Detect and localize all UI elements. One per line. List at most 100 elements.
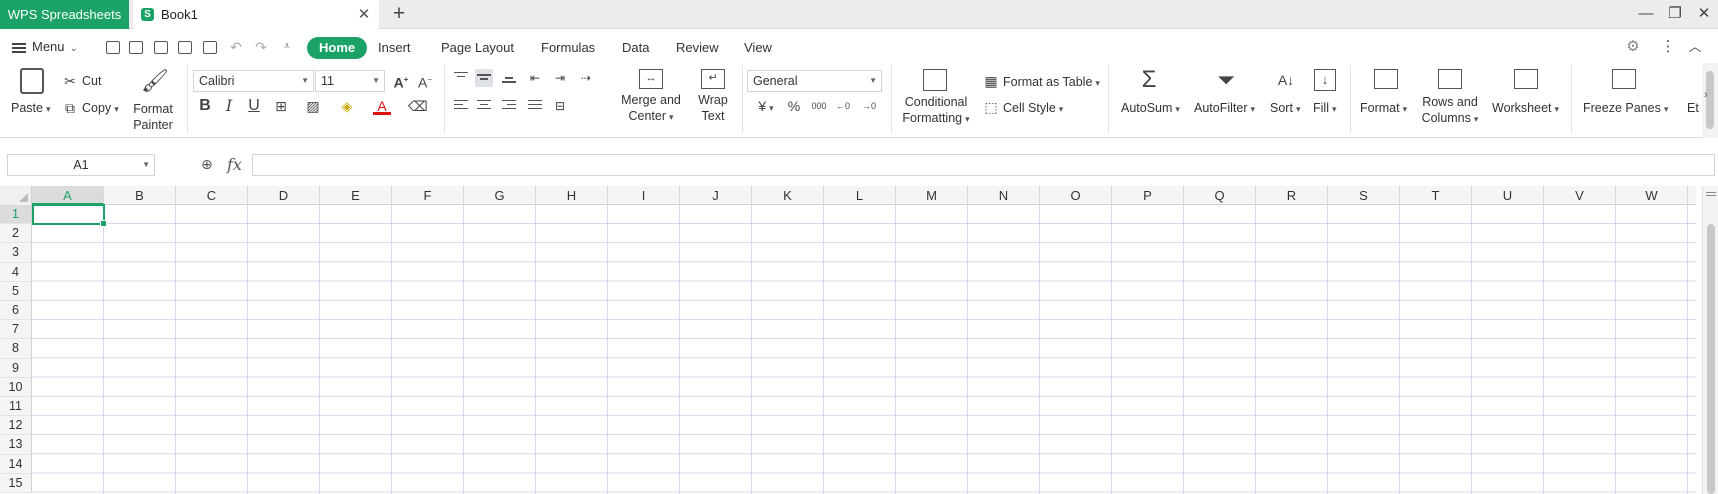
- close-tab-icon[interactable]: ✕: [355, 0, 373, 29]
- ribbon-scrollbar[interactable]: ›: [1702, 63, 1718, 138]
- split-handle-icon[interactable]: [1706, 190, 1716, 198]
- row-header-4[interactable]: 4: [0, 262, 32, 282]
- currency-format-button[interactable]: ¥: [753, 97, 779, 115]
- tab-formulas[interactable]: Formulas: [529, 37, 607, 59]
- increase-indent-icon[interactable]: ⇥: [551, 69, 569, 87]
- save-icon[interactable]: [129, 41, 143, 54]
- column-header-w[interactable]: W: [1616, 186, 1688, 205]
- paste-clipboard-icon[interactable]: [20, 68, 44, 94]
- document-tab-book1[interactable]: S Book1 ✕: [133, 0, 379, 29]
- tab-view[interactable]: View: [732, 37, 784, 59]
- zoom-magnifier-icon[interactable]: ⊕: [201, 156, 219, 174]
- column-header-b[interactable]: B: [104, 186, 176, 205]
- justify-icon[interactable]: [526, 97, 544, 115]
- row-header-2[interactable]: 2: [0, 224, 32, 244]
- borders-icon[interactable]: ⊞: [272, 97, 290, 115]
- wrap-text-button[interactable]: Wrap Text: [693, 92, 733, 124]
- app-tab[interactable]: WPS Spreadsheets: [0, 0, 129, 29]
- minimize-window-button[interactable]: —: [1634, 0, 1658, 29]
- row-header-5[interactable]: 5: [0, 281, 32, 301]
- decrease-font-size-icon[interactable]: A−: [416, 71, 434, 91]
- align-center-icon[interactable]: [475, 97, 493, 115]
- column-header-j[interactable]: J: [680, 186, 752, 205]
- column-header-m[interactable]: M: [896, 186, 968, 205]
- distributed-align-icon[interactable]: ⊟: [551, 97, 569, 115]
- increase-decimal-icon[interactable]: ←0: [834, 97, 852, 115]
- underline-button[interactable]: U: [245, 97, 263, 115]
- column-header-k[interactable]: K: [752, 186, 824, 205]
- row-header-12[interactable]: 12: [0, 416, 32, 436]
- column-header-o[interactable]: O: [1040, 186, 1112, 205]
- tab-insert[interactable]: Insert: [366, 37, 423, 59]
- print-icon[interactable]: [178, 41, 192, 54]
- formula-input[interactable]: [252, 154, 1715, 176]
- row-header-13[interactable]: 13: [0, 435, 32, 455]
- column-header-r[interactable]: R: [1256, 186, 1328, 205]
- print-preview-icon[interactable]: [203, 41, 217, 54]
- column-header-i[interactable]: I: [608, 186, 680, 205]
- tab-data[interactable]: Data: [610, 37, 661, 59]
- text-direction-icon[interactable]: ⇢: [577, 69, 595, 87]
- active-cell-a1[interactable]: [32, 204, 107, 227]
- fill-button[interactable]: Fill: [1313, 101, 1337, 115]
- font-name-select[interactable]: Calibri ▼: [193, 70, 314, 92]
- row-header-6[interactable]: 6: [0, 301, 32, 321]
- settings-gear-icon[interactable]: ⚙: [1624, 39, 1642, 55]
- row-header-15[interactable]: 15: [0, 473, 32, 493]
- new-tab-button[interactable]: +: [388, 0, 410, 29]
- autofilter-button[interactable]: AutoFilter: [1194, 101, 1255, 115]
- column-header-v[interactable]: V: [1544, 186, 1616, 205]
- more-ribbon-button[interactable]: Et: [1687, 101, 1701, 115]
- cell-area[interactable]: [32, 205, 1696, 494]
- customize-quick-access-icon[interactable]: ⩡: [278, 39, 296, 55]
- clear-formatting-eraser-icon[interactable]: ⌫: [408, 97, 428, 115]
- format-painter-button[interactable]: Format Painter: [128, 101, 178, 133]
- column-header-d[interactable]: D: [248, 186, 320, 205]
- percent-format-button[interactable]: %: [785, 97, 803, 115]
- fill-color-icon[interactable]: ◈: [338, 97, 356, 115]
- align-right-icon[interactable]: [500, 97, 518, 115]
- undo-icon[interactable]: ↶: [227, 39, 245, 55]
- column-header-c[interactable]: C: [176, 186, 248, 205]
- increase-font-size-icon[interactable]: A+: [392, 71, 410, 91]
- close-window-button[interactable]: ✕: [1692, 0, 1716, 29]
- open-folder-icon[interactable]: [106, 41, 120, 54]
- font-color-icon[interactable]: A: [373, 97, 391, 115]
- thousands-separator-button[interactable]: 000: [810, 97, 828, 115]
- row-header-8[interactable]: 8: [0, 339, 32, 359]
- cell-fill-pattern-icon[interactable]: ▨: [304, 97, 322, 115]
- column-header-e[interactable]: E: [320, 186, 392, 205]
- copy-button[interactable]: Copy: [82, 101, 119, 115]
- vertical-scroll-thumb[interactable]: [1707, 224, 1715, 494]
- align-bottom-icon[interactable]: [500, 69, 518, 87]
- decrease-indent-icon[interactable]: ⇤: [526, 69, 544, 87]
- row-header-7[interactable]: 7: [0, 320, 32, 340]
- bold-button[interactable]: B: [196, 97, 214, 115]
- redo-icon[interactable]: ↷: [252, 39, 270, 55]
- rows-and-columns-button[interactable]: Rows and Columns: [1415, 94, 1485, 127]
- cell-style-button[interactable]: Cell Style: [1003, 101, 1063, 115]
- merge-and-center-button[interactable]: Merge and Center: [617, 92, 685, 125]
- insert-function-button[interactable]: fx: [227, 155, 242, 174]
- column-header-h[interactable]: H: [536, 186, 608, 205]
- column-header-q[interactable]: Q: [1184, 186, 1256, 205]
- export-pdf-icon[interactable]: [154, 41, 168, 54]
- column-header-u[interactable]: U: [1472, 186, 1544, 205]
- row-header-11[interactable]: 11: [0, 397, 32, 417]
- align-left-icon[interactable]: [452, 97, 470, 115]
- row-header-3[interactable]: 3: [0, 243, 32, 263]
- format-button[interactable]: Format: [1360, 101, 1407, 115]
- restore-window-button[interactable]: ❐: [1663, 0, 1687, 29]
- column-header-t[interactable]: T: [1400, 186, 1472, 205]
- vertical-scrollbar[interactable]: [1702, 186, 1718, 494]
- column-header-a[interactable]: A: [32, 186, 104, 205]
- italic-button[interactable]: I: [220, 97, 238, 115]
- cut-button[interactable]: Cut: [82, 74, 101, 88]
- paste-button[interactable]: Paste: [11, 101, 51, 115]
- conditional-formatting-button[interactable]: Conditional Formatting: [896, 94, 976, 127]
- name-box[interactable]: A1 ▼: [7, 154, 155, 176]
- worksheet-button[interactable]: Worksheet: [1492, 101, 1559, 115]
- decrease-decimal-icon[interactable]: →0: [860, 97, 878, 115]
- column-header-f[interactable]: F: [392, 186, 464, 205]
- tab-home[interactable]: Home: [307, 37, 368, 59]
